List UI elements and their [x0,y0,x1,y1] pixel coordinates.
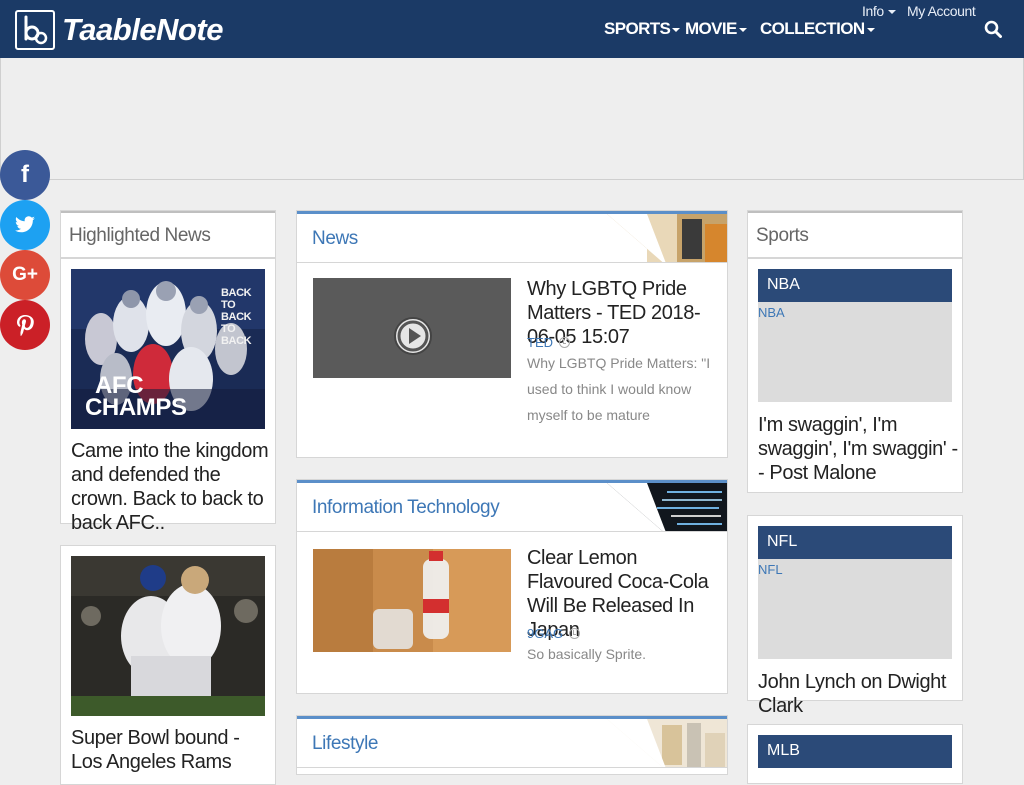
highlighted-card-title[interactable]: Came into the kingdom and defended the c… [71,439,271,535]
pinterest-icon [17,315,34,336]
category-header-lifestyle[interactable]: Lifestyle [297,716,727,768]
category-title-news[interactable]: News [312,228,358,250]
chevron-down-icon [672,27,681,32]
sports-header: Sports [747,210,963,258]
chevron-down-icon [887,10,896,15]
sports-card-image[interactable]: NFL [758,559,952,659]
sports-league-banner[interactable]: NBA [758,269,952,302]
sports-card-title[interactable]: I'm swaggin', I'm swaggin', I'm swaggin'… [758,413,958,485]
chevron-down-icon [866,27,875,32]
category-panel-information-technology: Information Technology Clear Lemon Flavo… [296,479,728,694]
logo-icon[interactable] [15,10,55,50]
news-post-description: Why LGBTQ Pride Matters: "I used to thin… [527,355,711,423]
sports-card-tag[interactable]: NFL [758,562,783,577]
highlighted-card[interactable]: Super Bowl bound - Los Angeles Rams [60,545,276,785]
info-menu[interactable]: Info [862,3,896,19]
pinterest-share-button[interactable] [0,300,50,350]
champs-text: CHAMPS [85,394,187,421]
overlay-word: BACK [221,311,252,323]
highlighted-news-header: Highlighted News [60,210,276,258]
nav-movie[interactable]: MOVIE [685,19,747,39]
category-header-news[interactable]: News [297,211,727,263]
overlay-word: TO [221,299,236,311]
sports-league-banner[interactable]: NFL [758,526,952,559]
highlighted-card-image[interactable]: AFC CHAMPS BACK TO BACK TO BACK [71,269,265,429]
it-post-source-label: 9GAG [527,626,564,641]
twitter-share-button[interactable] [0,200,50,250]
afc-champs-text: AFC CHAMPS [85,374,187,420]
nav-movie-label: MOVIE [685,19,737,38]
sports-card-nfl[interactable]: NFL NFL John Lynch on Dwight Clark [747,515,963,717]
category-header-image [607,719,727,767]
category-title-information-technology[interactable]: Information Technology [312,497,500,519]
google-plus-share-button[interactable]: G+ [0,250,50,300]
facebook-icon: f [21,161,29,188]
sports-card-image[interactable]: NBA [758,302,952,402]
sports-card-mlb[interactable]: MLB [747,724,963,784]
ad-banner [0,58,1024,180]
chevron-down-icon [738,27,747,32]
nav-sports[interactable]: SPORTS [604,19,681,39]
highlighted-card[interactable]: AFC CHAMPS BACK TO BACK TO BACK Came int… [60,258,276,534]
clock-icon [559,337,570,348]
brand-name[interactable]: TaableNote [62,12,223,48]
it-thumbnail[interactable] [313,549,511,652]
category-header-information-technology[interactable]: Information Technology [297,480,727,532]
news-post-source[interactable]: TED [527,335,570,350]
it-post-source[interactable]: 9GAG [527,626,581,641]
back-to-back-text: BACK TO BACK TO BACK [221,287,252,347]
my-account-link[interactable]: My Account [907,3,976,19]
highlighted-news-title: Highlighted News [69,225,211,246]
google-plus-icon: G+ [12,264,38,285]
nav-sports-label: SPORTS [604,19,671,38]
sports-card-title[interactable]: John Lynch on Dwight Clark [758,670,958,718]
clock-icon [569,628,581,639]
sports-header-bar: Sports [748,211,962,257]
twitter-icon [15,216,35,233]
search-icon[interactable] [984,20,1002,43]
news-post-source-label: TED [527,335,553,350]
overlay-word: TO [221,323,236,335]
category-title-lifestyle[interactable]: Lifestyle [312,733,379,755]
category-panel-news: News Why LGBTQ Pride Matters - TED 2018-… [296,210,728,458]
sports-title: Sports [756,225,809,246]
highlighted-card-title[interactable]: Super Bowl bound - Los Angeles Rams [71,726,271,774]
sports-league-banner[interactable]: MLB [758,735,952,768]
overlay-word: BACK [221,335,252,347]
play-icon[interactable] [392,315,434,357]
info-label: Info [862,3,884,19]
facebook-share-button[interactable]: f [0,150,50,200]
sports-card-nba[interactable]: NBA NBA I'm swaggin', I'm swaggin', I'm … [747,258,963,493]
news-thumbnail[interactable] [313,278,511,378]
category-panel-lifestyle: Lifestyle [296,715,728,775]
it-post-description: So basically Sprite. [527,646,647,662]
category-header-image [607,214,727,262]
category-header-image [607,483,727,531]
top-navbar: TaableNote SPORTS MOVIE COLLECTION Info … [0,0,1024,58]
overlay-word: BACK [221,287,252,299]
highlighted-card-image[interactable] [71,556,265,716]
nav-collection[interactable]: COLLECTION [760,19,875,39]
sports-card-tag[interactable]: NBA [758,305,785,320]
nav-collection-label: COLLECTION [760,19,865,38]
highlighted-news-header-bar: Highlighted News [61,211,275,257]
